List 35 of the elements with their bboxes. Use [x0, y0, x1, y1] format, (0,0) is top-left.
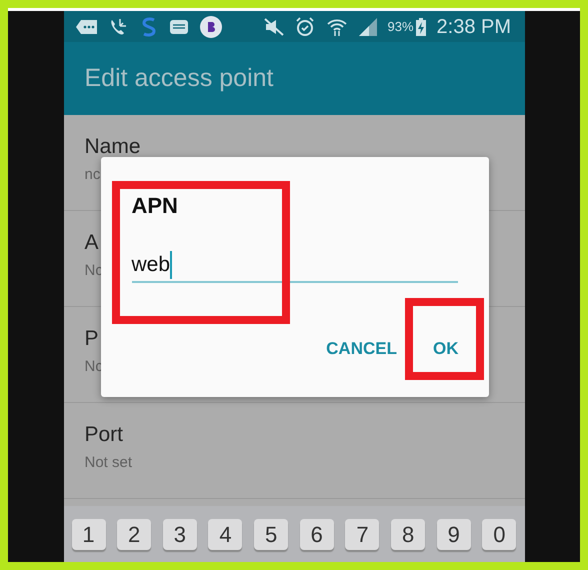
number-key[interactable]: 6	[300, 518, 334, 550]
setting-title: Name	[84, 134, 141, 160]
dialog-title: APN	[132, 195, 179, 217]
dialog-action-button[interactable]: CANCEL	[326, 336, 397, 361]
text-cursor	[170, 251, 172, 279]
number-key[interactable]: 7	[345, 518, 380, 550]
battery-charging-icon	[416, 18, 426, 36]
tray-icon	[168, 18, 188, 34]
setting-title: P	[84, 326, 99, 352]
apn-input-field[interactable]: web	[132, 249, 458, 283]
number-key[interactable]: 4	[208, 518, 242, 550]
setting-title: Port	[84, 422, 124, 448]
number-key[interactable]: 0	[482, 518, 516, 550]
alarm-clock-icon	[294, 16, 314, 36]
field-value: web	[132, 252, 170, 278]
signal-icon	[358, 18, 376, 36]
mute-icon	[264, 18, 284, 36]
number-key[interactable]: 2	[117, 518, 152, 550]
settings-row[interactable]: Port Not set	[64, 403, 524, 499]
setting-title: A	[84, 230, 99, 256]
number-key[interactable]: 9	[436, 518, 471, 550]
screen-title: Edit access point	[84, 62, 274, 94]
number-key[interactable]: 8	[391, 518, 426, 550]
letter-b-icon	[200, 16, 222, 38]
number-key[interactable]: 3	[162, 518, 197, 550]
dialog-action-button[interactable]: OK	[433, 336, 458, 361]
number-key[interactable]: 5	[254, 518, 288, 550]
clock-time: 2:38 PM	[436, 16, 512, 36]
setting-value: Not set	[84, 453, 132, 474]
setting-value: nc	[84, 165, 100, 186]
number-key[interactable]: 1	[72, 518, 106, 550]
message-icon	[76, 18, 98, 34]
battery-percentage: 93%	[388, 18, 414, 36]
wifi-icon	[326, 16, 348, 36]
phone-call-icon	[108, 18, 128, 36]
